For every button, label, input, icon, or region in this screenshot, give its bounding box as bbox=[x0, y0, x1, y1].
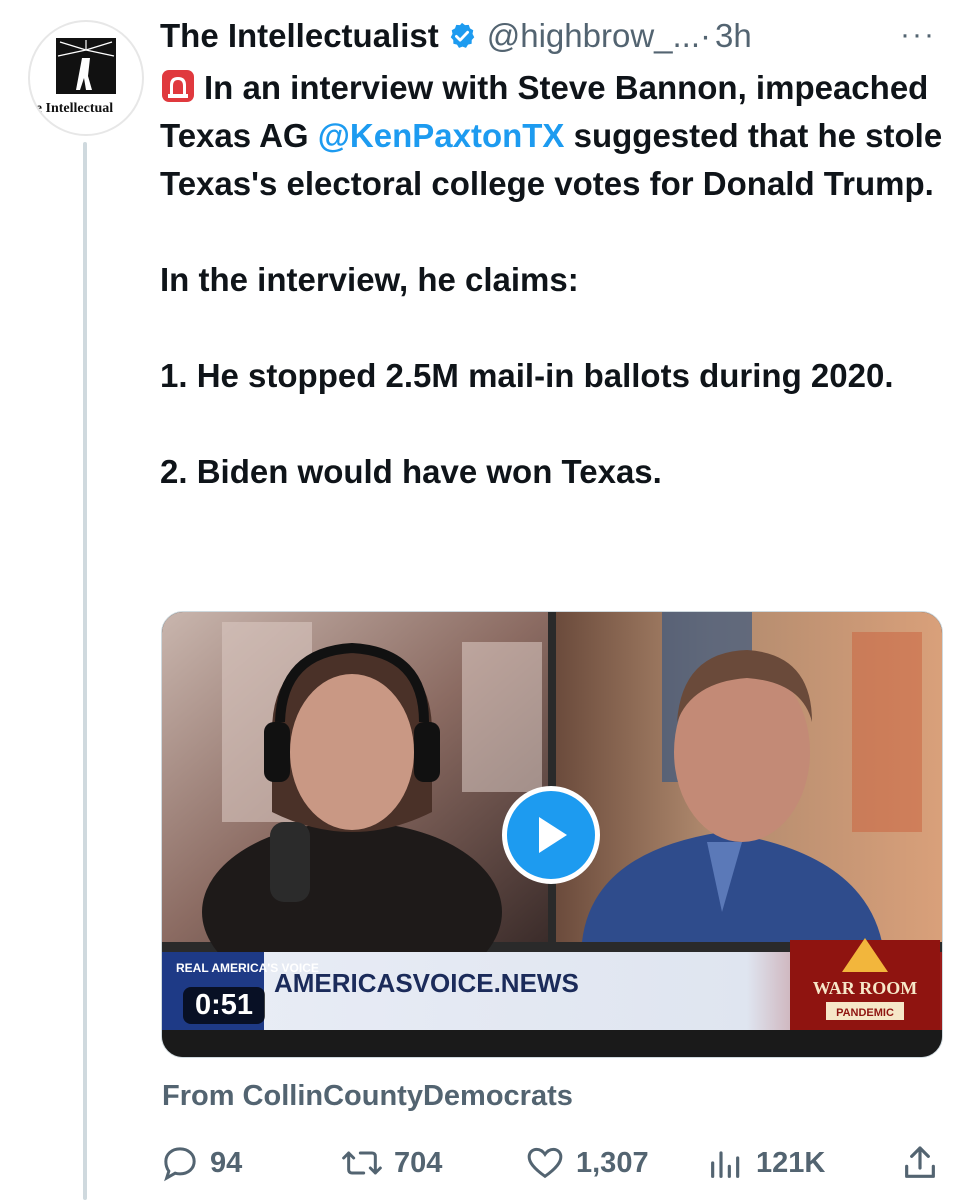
timestamp[interactable]: 3h bbox=[715, 17, 752, 55]
separator-dot: · bbox=[700, 17, 712, 54]
tweet-actions: 94 704 1,307 121K bbox=[160, 1138, 950, 1188]
avatar[interactable]: he Intellectual bbox=[28, 20, 144, 136]
display-name[interactable]: The Intellectualist bbox=[160, 17, 439, 55]
video-source-label[interactable]: From CollinCountyDemocrats bbox=[162, 1080, 573, 1113]
more-options-icon[interactable]: ··· bbox=[900, 18, 936, 52]
siren-emoji-icon bbox=[162, 70, 194, 102]
share-button[interactable] bbox=[900, 1138, 950, 1188]
handle[interactable]: @highbrow_... bbox=[487, 17, 700, 55]
views-count: 121K bbox=[756, 1146, 826, 1179]
tweet-paragraph-3: 1. He stopped 2.5M mail-in ballots durin… bbox=[160, 357, 894, 394]
tweet-paragraph-2: In the interview, he claims: bbox=[160, 261, 579, 298]
reply-button[interactable]: 94 bbox=[160, 1138, 242, 1188]
mention-link[interactable]: @KenPaxtonTX bbox=[318, 117, 565, 154]
thread-line bbox=[83, 142, 87, 1200]
reply-icon bbox=[164, 1147, 196, 1182]
views-button[interactable]: 121K bbox=[706, 1138, 825, 1188]
retweet-button[interactable]: 704 bbox=[340, 1138, 442, 1188]
views-chart-icon bbox=[711, 1151, 740, 1178]
tweet-paragraph-1: In an interview with Steve Bannon, impea… bbox=[160, 64, 950, 208]
play-button[interactable] bbox=[502, 786, 600, 884]
lower-third-text: AMERICASVOICE.NEWS bbox=[274, 968, 579, 998]
verified-badge-icon bbox=[450, 22, 474, 48]
war-room-logo: WAR ROOM bbox=[813, 978, 918, 998]
reply-count: 94 bbox=[210, 1146, 243, 1179]
intellectualist-logo: he Intellectual bbox=[30, 38, 116, 116]
tweet-text: In an interview with Steve Bannon, impea… bbox=[160, 64, 950, 496]
svg-text:he Intellectual: he Intellectual bbox=[30, 101, 113, 116]
war-room-sub: PANDEMIC bbox=[836, 1007, 894, 1019]
like-count: 1,307 bbox=[576, 1146, 649, 1179]
heart-icon bbox=[527, 1147, 563, 1179]
like-button[interactable]: 1,307 bbox=[524, 1138, 649, 1188]
share-icon bbox=[905, 1146, 935, 1178]
tweet-paragraph-4: 2. Biden would have won Texas. bbox=[160, 453, 662, 490]
retweet-icon bbox=[342, 1151, 382, 1175]
retweet-count: 704 bbox=[394, 1146, 443, 1179]
video-duration: 0:51 bbox=[183, 987, 266, 1024]
tweet-header: The Intellectualist @highbrow_... · 3h bbox=[160, 14, 752, 58]
play-icon bbox=[539, 817, 567, 853]
